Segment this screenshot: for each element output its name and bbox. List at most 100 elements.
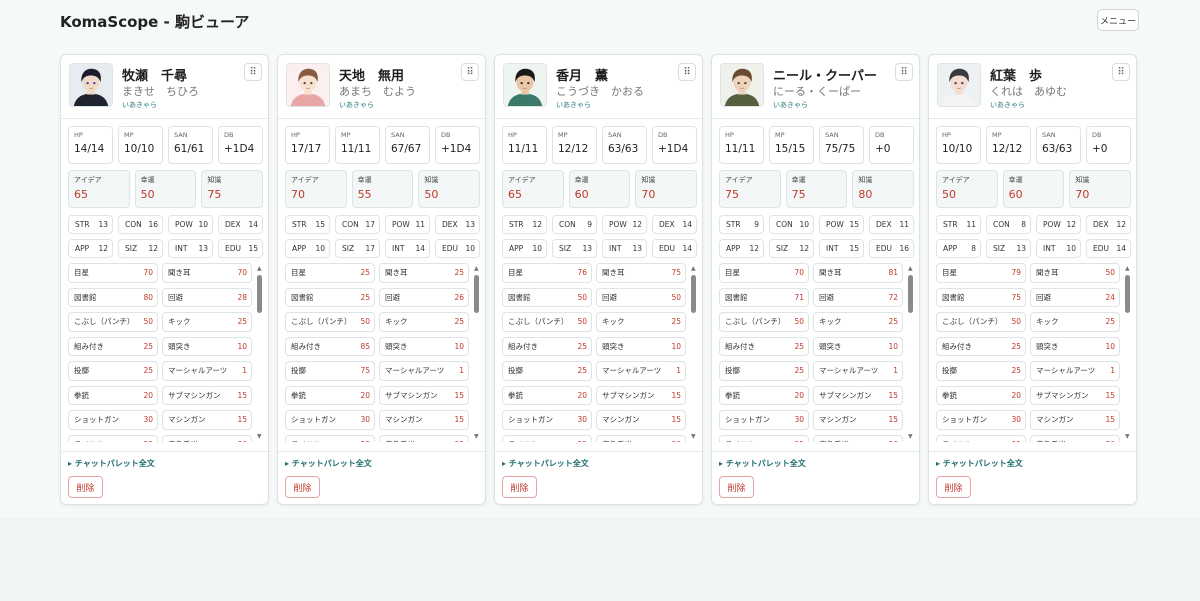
delete-button[interactable]: 削除 (68, 476, 103, 498)
roll-idea[interactable]: アイデア 50 (936, 170, 998, 208)
attr-con[interactable]: CON 8 (986, 215, 1031, 234)
skill-item[interactable]: キック 25 (813, 312, 903, 332)
skill-item[interactable]: 回避 72 (813, 287, 903, 307)
attr-con[interactable]: CON 16 (118, 215, 163, 234)
attr-dex[interactable]: DEX 11 (869, 215, 914, 234)
scroll-down-icon[interactable]: ▼ (908, 433, 913, 440)
roll-know[interactable]: 知識 75 (201, 170, 264, 208)
skill-item[interactable]: ライフル 25 (719, 434, 809, 442)
skill-item[interactable]: ショットガン 30 (502, 410, 592, 430)
skill-item[interactable]: 図書館 71 (719, 287, 809, 307)
skill-item[interactable]: 図書館 80 (68, 287, 158, 307)
roll-idea[interactable]: アイデア 70 (285, 170, 347, 208)
skill-item[interactable]: 投擲 75 (285, 361, 375, 381)
attr-app[interactable]: APP 10 (285, 239, 330, 258)
skill-item[interactable]: ショットガン 30 (285, 410, 375, 430)
skills-scrollbar[interactable]: ▲ ▼ (257, 263, 263, 442)
skill-item[interactable]: 頭突き 10 (813, 336, 903, 356)
scroll-up-icon[interactable]: ▲ (691, 265, 696, 272)
skill-item[interactable]: 組み付き 25 (68, 336, 158, 356)
iachara-link[interactable]: いあきゃら (122, 100, 157, 110)
skill-item[interactable]: 聞き耳 50 (1030, 263, 1120, 283)
iachara-link[interactable]: いあきゃら (773, 100, 808, 110)
skill-item[interactable]: マシンガン 15 (379, 410, 469, 430)
attr-con[interactable]: CON 9 (552, 215, 597, 234)
attr-pow[interactable]: POW 11 (385, 215, 430, 234)
skill-item[interactable]: 投擲 25 (936, 361, 1026, 381)
skills-scroll-area[interactable]: 目星 76 聞き耳 75 図書館 50 回避 50 こぶし（パンチ） 50 キック 25 組み付き 25 頭… (502, 263, 697, 442)
attr-siz[interactable]: SIZ 13 (552, 239, 597, 258)
attr-str[interactable]: STR 12 (502, 215, 547, 234)
attr-str[interactable]: STR 9 (719, 215, 764, 234)
attr-pow[interactable]: POW 12 (602, 215, 647, 234)
skill-item[interactable]: 拳銃 20 (936, 385, 1026, 405)
roll-know[interactable]: 知識 70 (1069, 170, 1132, 208)
attr-int[interactable]: INT 10 (1036, 239, 1081, 258)
attr-edu[interactable]: EDU 14 (1086, 239, 1131, 258)
attr-pow[interactable]: POW 10 (168, 215, 213, 234)
attr-dex[interactable]: DEX 14 (652, 215, 697, 234)
skills-scrollbar[interactable]: ▲ ▼ (691, 263, 697, 442)
scroll-up-icon[interactable]: ▲ (474, 265, 479, 272)
chat-palette-toggle[interactable]: ▸ チャットパレット全文 (68, 458, 155, 469)
skill-item[interactable]: 投擲 25 (68, 361, 158, 381)
skill-item[interactable]: 組み付き 25 (936, 336, 1026, 356)
roll-idea[interactable]: アイデア 75 (719, 170, 781, 208)
skill-item[interactable]: キック 25 (379, 312, 469, 332)
attr-str[interactable]: STR 15 (285, 215, 330, 234)
attr-siz[interactable]: SIZ 12 (769, 239, 814, 258)
skill-item[interactable]: 組み付き 25 (719, 336, 809, 356)
skill-item[interactable]: 拳銃 20 (68, 385, 158, 405)
skill-item[interactable]: ショットガン 30 (719, 410, 809, 430)
drag-handle-icon[interactable]: ⠿ (678, 63, 696, 81)
delete-button[interactable]: 削除 (502, 476, 537, 498)
chat-palette-toggle[interactable]: ▸ チャットパレット全文 (936, 458, 1023, 469)
roll-know[interactable]: 知識 80 (852, 170, 915, 208)
roll-luck[interactable]: 幸運 75 (785, 170, 848, 208)
skill-item[interactable]: マーシャルアーツ 1 (162, 361, 252, 381)
skill-item[interactable]: サブマシンガン 15 (813, 385, 903, 405)
skill-item[interactable]: 回避 50 (596, 287, 686, 307)
skill-item[interactable]: マシンガン 15 (813, 410, 903, 430)
skill-item[interactable]: 回避 24 (1030, 287, 1120, 307)
attr-siz[interactable]: SIZ 12 (118, 239, 163, 258)
skill-item[interactable]: 図書館 75 (936, 287, 1026, 307)
skill-item[interactable]: サブマシンガン 15 (379, 385, 469, 405)
skill-item[interactable]: マーシャルアーツ 1 (813, 361, 903, 381)
attr-con[interactable]: CON 17 (335, 215, 380, 234)
drag-handle-icon[interactable]: ⠿ (1112, 63, 1130, 81)
skill-item[interactable]: 拳銃 20 (502, 385, 592, 405)
skill-item[interactable]: 投擲 25 (502, 361, 592, 381)
scroll-down-icon[interactable]: ▼ (474, 433, 479, 440)
attr-int[interactable]: INT 13 (602, 239, 647, 258)
chat-palette-toggle[interactable]: ▸ チャットパレット全文 (719, 458, 806, 469)
skill-item[interactable]: サブマシンガン 15 (162, 385, 252, 405)
skill-item[interactable]: サブマシンガン 15 (596, 385, 686, 405)
skills-scroll-area[interactable]: 目星 70 聞き耳 81 図書館 71 回避 72 こぶし（パンチ） 50 キック 25 組み付き 25 頭… (719, 263, 914, 442)
iachara-link[interactable]: いあきゃら (990, 100, 1025, 110)
scroll-thumb[interactable] (908, 275, 913, 313)
scroll-thumb[interactable] (257, 275, 262, 313)
skills-scroll-area[interactable]: 目星 25 聞き耳 25 図書館 25 回避 26 こぶし（パンチ） 50 キック 25 組み付き 85 頭… (285, 263, 480, 442)
skill-item[interactable]: 図書館 50 (502, 287, 592, 307)
attr-pow[interactable]: POW 12 (1036, 215, 1081, 234)
attr-dex[interactable]: DEX 13 (435, 215, 480, 234)
roll-know[interactable]: 知識 50 (418, 170, 481, 208)
skill-item[interactable]: こぶし（パンチ） 50 (285, 312, 375, 332)
attr-app[interactable]: APP 8 (936, 239, 981, 258)
skill-item[interactable]: キック 25 (1030, 312, 1120, 332)
attr-dex[interactable]: DEX 14 (218, 215, 263, 234)
skill-item[interactable]: 応急手当 30 (162, 434, 252, 442)
skill-item[interactable]: 聞き耳 75 (596, 263, 686, 283)
attr-app[interactable]: APP 10 (502, 239, 547, 258)
skill-item[interactable]: サブマシンガン 15 (1030, 385, 1120, 405)
skill-item[interactable]: 頭突き 10 (162, 336, 252, 356)
iachara-link[interactable]: いあきゃら (556, 100, 591, 110)
attr-str[interactable]: STR 13 (68, 215, 113, 234)
skill-item[interactable]: 応急手当 30 (1030, 434, 1120, 442)
skill-item[interactable]: 目星 79 (936, 263, 1026, 283)
skill-item[interactable]: 聞き耳 81 (813, 263, 903, 283)
attr-edu[interactable]: EDU 14 (652, 239, 697, 258)
skills-scroll-area[interactable]: 目星 79 聞き耳 50 図書館 75 回避 24 こぶし（パンチ） 50 キック 25 組み付き 25 頭… (936, 263, 1131, 442)
skill-item[interactable]: 組み付き 85 (285, 336, 375, 356)
